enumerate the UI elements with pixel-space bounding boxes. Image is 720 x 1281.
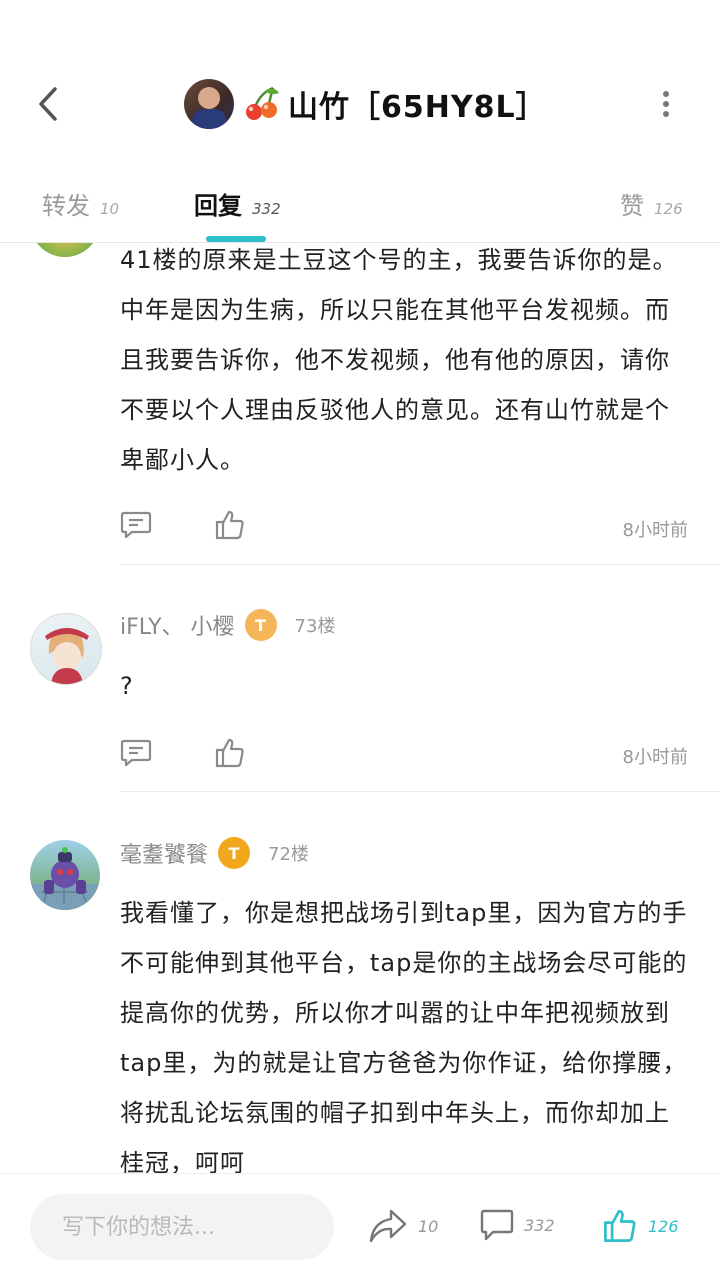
comment-input[interactable] [30,1194,334,1260]
thumbs-up-icon [604,1210,636,1242]
tab-reposts[interactable]: 转发 10 [42,186,119,221]
tab-label: 回复 [194,192,242,220]
commenter-username[interactable]: iFLY、 小樱 [120,609,235,641]
tab-count: 332 [252,200,281,218]
floor-number: 72楼 [268,844,309,865]
cherry-icon [242,84,282,124]
tab-replies[interactable]: 回复 332 [194,186,281,221]
commenter-avatar[interactable] [30,243,100,257]
like-count: 126 [648,1216,679,1236]
share-button[interactable]: 10 [368,1208,438,1244]
tab-label: 赞 [620,192,644,220]
comment-text: 41楼的原来是土豆这个号的主，我要告诉你的是。中年是因为生病，所以只能在其他平台… [120,246,678,474]
tab-count: 10 [100,200,120,218]
comment-icon [120,739,152,767]
thumbs-up-icon [215,510,244,540]
top-header: 山竹［65HY8L］ [0,0,720,161]
commenter-username-row: 毫耋饕餮 T 72楼 [120,837,309,869]
share-count: 10 [418,1216,439,1236]
comment-icon [120,511,152,539]
level-badge: T [218,837,251,869]
comment-divider [120,564,720,565]
commenter-avatar[interactable] [30,613,102,685]
thumbs-up-icon [215,738,244,768]
like-post-button[interactable]: 126 [602,1208,679,1244]
commenter-username-row: iFLY、 小樱 T 73楼 [120,609,335,641]
author-name: 山竹［65HY8L］ [288,90,547,125]
author-avatar[interactable] [184,79,234,129]
floor-number: 73楼 [294,616,336,637]
comment-time: 8小时前 [622,747,688,768]
comment-icon [480,1209,514,1241]
share-icon [369,1209,407,1243]
comment-list: 41楼的原来是土豆这个号的主，我要告诉你的是。中年是因为生病，所以只能在其他平台… [0,243,720,1173]
comment-count: 332 [524,1215,555,1235]
post-title[interactable]: 山竹［65HY8L］ [184,78,547,130]
commenter-username[interactable]: 毫耋饕餮 [120,837,208,869]
tab-count: 126 [654,200,683,218]
reply-button[interactable] [118,507,154,543]
bottom-action-bar: 10 332 126 [0,1173,720,1281]
active-tab-indicator [206,236,266,242]
tab-label: 转发 [42,192,90,220]
back-button[interactable] [28,84,68,124]
chevron-left-icon [39,87,57,121]
comment-text: ? [120,672,134,700]
like-button[interactable] [212,507,248,543]
commenter-avatar[interactable] [30,840,100,910]
comment-divider [120,791,720,792]
tab-likes[interactable]: 赞 126 [620,186,683,221]
comment-time: 8小时前 [622,520,688,541]
reply-button[interactable] [118,735,154,771]
comment-text: 我看懂了，你是想把战场引到tap里，因为官方的手不可能伸到其他平台，tap是你的… [120,899,688,1173]
more-options-button[interactable] [650,84,682,124]
more-vertical-icon [663,91,669,117]
tab-bar: 转发 10 回复 332 赞 126 [0,160,720,243]
level-badge: T [244,609,277,641]
like-button[interactable] [212,735,248,771]
comments-button[interactable]: 332 [480,1208,555,1242]
